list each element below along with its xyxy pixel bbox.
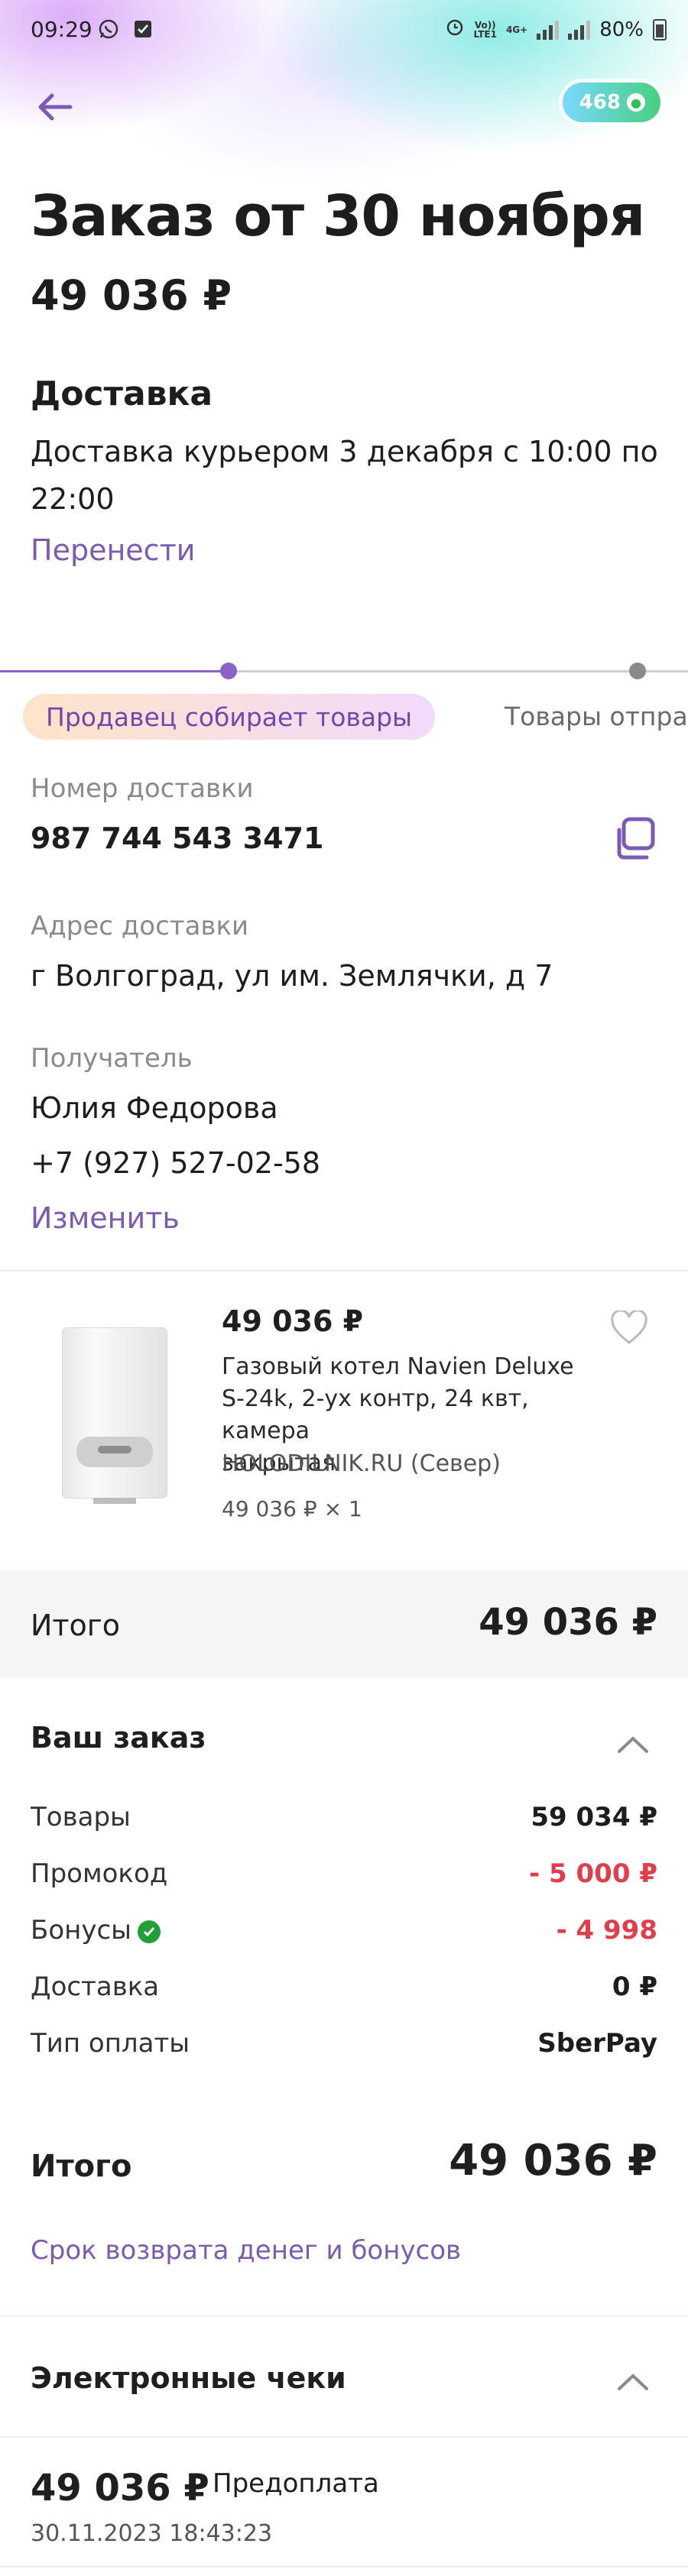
status-time: 09:29 <box>31 17 92 42</box>
chevron-up-icon[interactable] <box>616 1735 650 1755</box>
progress-dot-next <box>629 663 646 679</box>
progress-dot-current <box>220 663 237 679</box>
receipt-amount[interactable]: 49 036 ₽ <box>31 2467 209 2510</box>
address-value: г Волгоград, ул им. Землячки, д 7 <box>31 959 553 993</box>
status-icons: Vo)) LTE1 4G+ 80% <box>445 17 667 42</box>
bonus-count: 468 <box>579 91 621 114</box>
sber-bonus-icon <box>138 1920 161 1943</box>
task-check-icon <box>133 19 153 42</box>
summary-value-bonuses: - 4 998 <box>556 1915 657 1946</box>
summary-label-bonuses: Бонусы <box>31 1915 161 1946</box>
summary-value-promo: - 5 000 ₽ <box>529 1858 657 1889</box>
delivery-heading: Доставка <box>31 374 213 413</box>
order-summary-heading: Ваш заказ <box>31 1721 206 1755</box>
receipts-heading: Электронные чеки <box>31 2361 346 2395</box>
battery-icon <box>653 18 667 41</box>
summary-label-payment: Тип оплаты <box>31 2028 190 2059</box>
summary-label-promo: Промокод <box>31 1858 168 1889</box>
total-band-label: Итого <box>31 1609 121 1642</box>
receipt-type[interactable]: Предоплата <box>213 2468 379 2499</box>
volte-icon: Vo)) LTE1 <box>473 19 497 40</box>
whatsapp-icon <box>98 18 119 43</box>
signal-icon-2 <box>568 20 591 40</box>
summary-label-bonuses-text: Бонусы <box>31 1915 132 1946</box>
back-button[interactable] <box>28 80 81 134</box>
delivery-info-line2: 22:00 <box>31 482 115 516</box>
signal-icon <box>537 20 560 40</box>
receipt-datetime: 30.11.2023 18:43:23 <box>31 2520 273 2547</box>
divider <box>0 2566 688 2568</box>
4g-icon: 4G+ <box>505 24 528 35</box>
summary-total-value: 49 036 ₽ <box>449 2136 657 2186</box>
status-next-step[interactable]: Товары отпра <box>505 702 688 731</box>
tracking-number: 987 744 543 3471 <box>31 821 324 855</box>
copy-icon[interactable] <box>612 816 657 862</box>
product-quantity: 49 036 ₽ × 1 <box>222 1496 362 1521</box>
refund-terms-link[interactable]: Срок возврата денег и бонусов <box>31 2235 461 2266</box>
product-name-line2: S-24k, 2-ух контр, 24 квт, камера <box>222 1385 529 1444</box>
address-label: Адрес доставки <box>31 911 249 941</box>
chevron-up-icon[interactable] <box>616 2372 650 2392</box>
product-seller[interactable]: HOLODILNIK.RU (Север) <box>222 1450 501 1477</box>
recipient-label: Получатель <box>31 1043 193 1074</box>
progress-track-remaining <box>229 670 688 672</box>
bonus-balance-badge[interactable]: 468 ● <box>562 83 660 122</box>
summary-value-payment: SberPay <box>537 2028 657 2059</box>
alarm-icon <box>445 17 465 42</box>
recipient-name: Юлия Федорова <box>31 1091 278 1125</box>
summary-total-label: Итого <box>31 2149 132 2184</box>
total-band-value: 49 036 ₽ <box>479 1601 657 1644</box>
change-recipient-link[interactable]: Изменить <box>31 1201 180 1235</box>
arrow-left-icon <box>38 93 73 121</box>
summary-value-goods: 59 034 ₽ <box>531 1802 657 1832</box>
divider <box>0 2436 688 2438</box>
summary-value-delivery: 0 ₽ <box>612 1972 657 2002</box>
tracking-label: Номер доставки <box>31 773 254 804</box>
reschedule-link[interactable]: Перенести <box>31 533 195 567</box>
summary-label-goods: Товары <box>31 1802 131 1832</box>
battery-percent: 80% <box>599 18 644 41</box>
product-price: 49 036 ₽ <box>222 1304 364 1338</box>
favorite-heart-icon[interactable] <box>610 1309 648 1346</box>
divider <box>0 2315 688 2317</box>
status-current-step[interactable]: Продавец собирает товары <box>23 694 436 740</box>
bonus-coin-icon: ● <box>627 93 645 112</box>
product-image[interactable] <box>54 1322 176 1505</box>
summary-label-delivery: Доставка <box>31 1972 160 2002</box>
recipient-phone: +7 (927) 527-02-58 <box>31 1146 321 1180</box>
order-total: 49 036 ₽ <box>31 271 232 319</box>
page-title: Заказ от 30 ноября <box>31 183 645 249</box>
delivery-info-line1: Доставка курьером 3 декабря с 10:00 по <box>31 435 658 468</box>
product-name-line1: Газовый котел Navien Deluxe <box>222 1353 574 1380</box>
divider <box>0 1270 688 1272</box>
